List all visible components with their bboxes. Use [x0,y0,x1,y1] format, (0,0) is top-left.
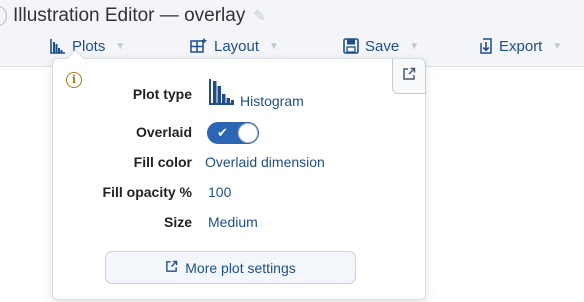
size-row: Size Medium [53,212,425,234]
fill-color-value[interactable]: Overlaid dimension [205,154,325,170]
title-text: Illustration Editor — overlay [13,5,246,26]
size-label: Size [163,214,192,230]
chevron-down-icon: ▼ [269,40,279,52]
layout-menu[interactable]: Layout ▼ [190,34,279,58]
check-icon: ✔ [217,125,228,140]
save-icon [343,38,359,54]
fill-opacity-label: Fill opacity % [102,184,192,200]
plots-menu[interactable]: Plots ▼ [50,34,125,58]
save-menu-label: Save [365,37,400,55]
fill-color-label: Fill color [133,154,192,170]
popout-icon [402,67,416,86]
menu-bar: Plots ▼ Layout ▼ Save ▼ Export ▼ [0,34,584,58]
external-link-icon [165,260,178,276]
export-icon [479,38,493,54]
export-menu-label: Export [499,37,543,55]
pencil-icon[interactable]: ✎ [253,7,266,25]
chevron-down-icon: ▼ [409,40,420,52]
window-title: Illustration Editor — overlay ✎ [0,4,266,28]
plot-type-row: Plot type Histogram [53,79,425,109]
overlaid-row: Overlaid ✔ [53,122,425,144]
fill-opacity-row: Fill opacity % 100 [53,182,425,204]
export-menu[interactable]: Export ▼ [479,34,562,58]
plot-type-label: Plot type [132,86,192,102]
more-plot-settings-button[interactable]: More plot settings [105,251,356,284]
plot-type-value[interactable]: Histogram [208,78,304,109]
more-plot-settings-label: More plot settings [185,259,296,276]
overlaid-label: Overlaid [135,124,192,140]
toggle-knob [238,123,258,143]
histogram-icon [208,78,236,109]
fill-color-row: Fill color Overlaid dimension [53,152,425,174]
save-menu[interactable]: Save ▼ [343,34,419,58]
plots-popover: i Plot type Histogram Overlaid ✔ Fill co… [52,49,426,300]
chevron-down-icon: ▼ [552,40,563,52]
plot-type-text: Histogram [240,93,304,109]
fill-opacity-value[interactable]: 100 [208,184,231,200]
title-back-icon[interactable] [0,5,7,27]
layout-menu-label: Layout [214,37,260,55]
histogram-icon [50,38,66,54]
overlaid-toggle[interactable]: ✔ [207,122,259,144]
chevron-down-icon: ▼ [115,40,126,52]
layout-icon [190,38,208,54]
size-value[interactable]: Medium [208,214,258,230]
top-bar: Illustration Editor — overlay ✎ Plots ▼ [0,0,584,67]
